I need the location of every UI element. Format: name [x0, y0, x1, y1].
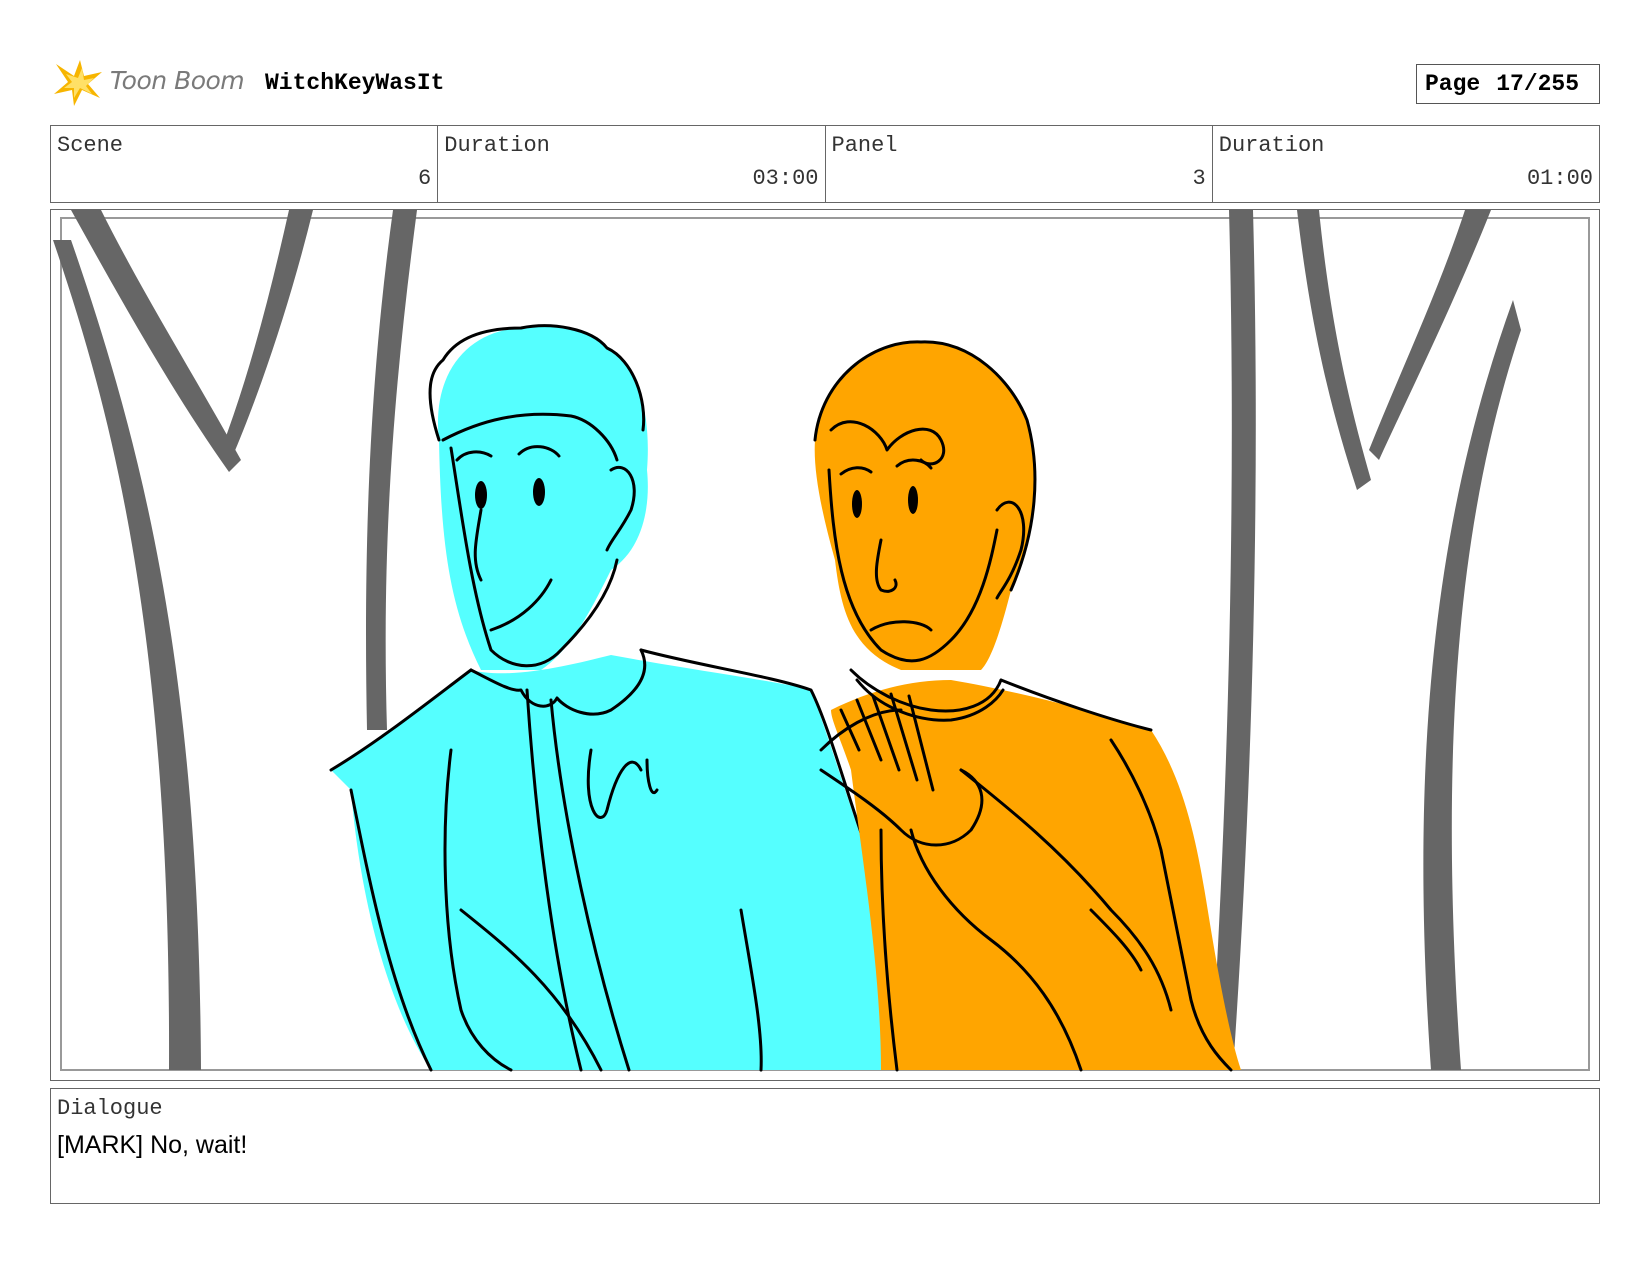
dialogue-box: Dialogue [MARK] No, wait! [50, 1088, 1600, 1204]
page-indicator: Page 17/255 [1416, 64, 1600, 104]
page-number: 17/255 [1496, 71, 1580, 97]
panel-value: 3 [1192, 166, 1206, 191]
panel-drawing [53, 210, 1590, 1072]
center-left-tree [366, 210, 417, 730]
panel-duration-cell: Duration 01:00 [1213, 126, 1599, 202]
project-title: WitchKeyWasIt [265, 70, 445, 96]
storyboard-panel [50, 209, 1600, 1081]
left-tree-branch-2 [221, 210, 313, 460]
toon-boom-star-icon [54, 60, 102, 106]
dialogue-label: Dialogue [57, 1096, 163, 1121]
scene-info-table: Scene 6 Duration 03:00 Panel 3 Duration … [50, 125, 1600, 203]
panel-duration-label: Duration [1218, 133, 1325, 158]
right-character-fill [831, 680, 1241, 1070]
right-tree-trunk [1211, 210, 1256, 1070]
scene-duration-label: Duration [444, 133, 550, 158]
panel-label: Panel [831, 133, 898, 158]
scene-duration-value: 03:00 [752, 166, 819, 191]
brand-name: Toon Boom [110, 66, 245, 95]
far-right-tree [1423, 300, 1521, 1070]
right-tree-branch-1 [1297, 210, 1371, 490]
right-character [813, 340, 1241, 1072]
scene-value: 6 [418, 166, 432, 191]
dialogue-text: [MARK] No, wait! [57, 1131, 248, 1159]
right-tree-branch-2 [1369, 210, 1491, 460]
left-character [329, 324, 891, 1072]
page-label: Page [1425, 71, 1481, 97]
panel-cell: Panel 3 [826, 126, 1213, 202]
scene-cell: Scene 6 [51, 126, 439, 202]
scene-label: Scene [57, 133, 124, 158]
panel-duration-value: 01:00 [1526, 166, 1593, 191]
toon-boom-logo: Toon Boom [52, 58, 252, 108]
scene-duration-cell: Duration 03:00 [438, 126, 826, 202]
